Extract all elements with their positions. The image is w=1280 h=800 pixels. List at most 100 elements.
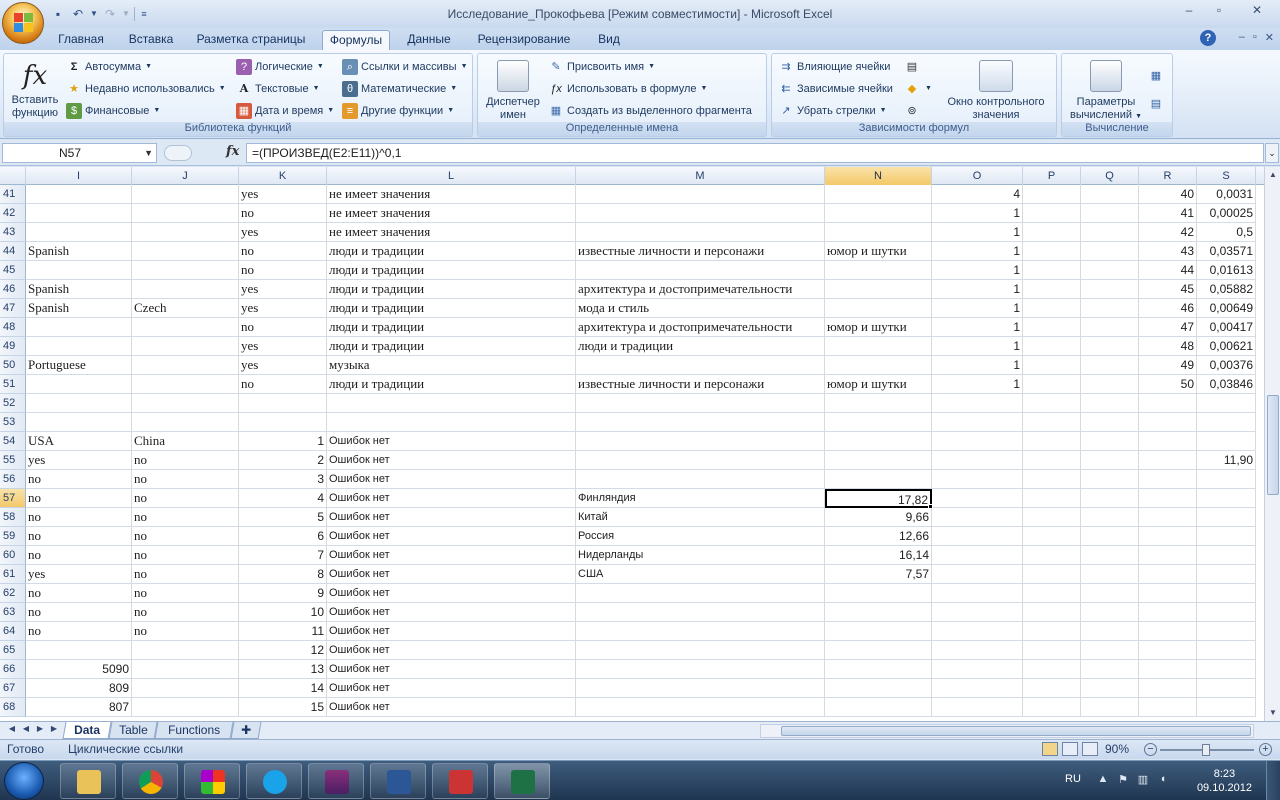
cell-m56[interactable] <box>576 470 825 489</box>
cell-o63[interactable] <box>932 603 1023 622</box>
sheet-tab-data[interactable]: Data <box>62 722 112 739</box>
cell-n44[interactable]: юмор и шутки <box>825 242 932 261</box>
row-header[interactable]: 62 <box>0 584 26 603</box>
cell-j56[interactable]: no <box>132 470 239 489</box>
cell-i62[interactable]: no <box>26 584 132 603</box>
cell-k66[interactable]: 13 <box>239 660 327 679</box>
cell-r55[interactable] <box>1139 451 1197 470</box>
cell-r59[interactable] <box>1139 527 1197 546</box>
tab-review[interactable]: Рецензирование <box>470 30 578 50</box>
cell-q63[interactable] <box>1081 603 1139 622</box>
cell-p41[interactable] <box>1023 185 1081 204</box>
cell-i64[interactable]: no <box>26 622 132 641</box>
cell-i51[interactable] <box>26 375 132 394</box>
cell-k55[interactable]: 2 <box>239 451 327 470</box>
cell-n65[interactable] <box>825 641 932 660</box>
cell-s58[interactable] <box>1197 508 1256 527</box>
cell-q44[interactable] <box>1081 242 1139 261</box>
close-button[interactable]: ✕ <box>1234 0 1280 20</box>
first-sheet-icon[interactable]: ◀ <box>6 724 18 733</box>
cell-l41[interactable]: не имеет значения <box>327 185 576 204</box>
cell-o55[interactable] <box>932 451 1023 470</box>
cell-m50[interactable] <box>576 356 825 375</box>
cell-l53[interactable] <box>327 413 576 432</box>
datetime-button[interactable]: ▦ Дата и время ▼ <box>236 101 334 121</box>
column-header-o[interactable]: O <box>932 167 1023 185</box>
cell-q41[interactable] <box>1081 185 1139 204</box>
cell-o50[interactable]: 1 <box>932 356 1023 375</box>
row-header[interactable]: 48 <box>0 318 26 337</box>
cell-p61[interactable] <box>1023 565 1081 584</box>
cell-p65[interactable] <box>1023 641 1081 660</box>
cell-m68[interactable] <box>576 698 825 717</box>
cell-o60[interactable] <box>932 546 1023 565</box>
cell-o52[interactable] <box>932 394 1023 413</box>
cell-p48[interactable] <box>1023 318 1081 337</box>
cell-p64[interactable] <box>1023 622 1081 641</box>
cell-p56[interactable] <box>1023 470 1081 489</box>
cell-m48[interactable]: архитектура и достопримечательности <box>576 318 825 337</box>
trace-dependents-button[interactable]: ⇇ Зависимые ячейки <box>778 79 893 99</box>
cell-l54[interactable]: Ошибок нет <box>327 432 576 451</box>
cell-m46[interactable]: архитектура и достопримечательности <box>576 280 825 299</box>
cell-q45[interactable] <box>1081 261 1139 280</box>
cell-m42[interactable] <box>576 204 825 223</box>
cell-k45[interactable]: no <box>239 261 327 280</box>
zoom-level[interactable]: 90% <box>1105 740 1129 759</box>
cell-k56[interactable]: 3 <box>239 470 327 489</box>
cell-m49[interactable]: люди и традиции <box>576 337 825 356</box>
cell-l51[interactable]: люди и традиции <box>327 375 576 394</box>
cell-s60[interactable] <box>1197 546 1256 565</box>
cell-i65[interactable] <box>26 641 132 660</box>
column-header-j[interactable]: J <box>132 167 239 185</box>
financial-button[interactable]: $ Финансовые ▼ <box>66 101 160 121</box>
cell-i66[interactable]: 5090 <box>26 660 132 679</box>
cell-s45[interactable]: 0,01613 <box>1197 261 1256 280</box>
cell-j64[interactable]: no <box>132 622 239 641</box>
cell-r53[interactable] <box>1139 413 1197 432</box>
cell-j62[interactable]: no <box>132 584 239 603</box>
cell-j45[interactable] <box>132 261 239 280</box>
cell-o66[interactable] <box>932 660 1023 679</box>
chevron-down-icon[interactable]: ▼ <box>144 144 153 162</box>
cell-k65[interactable]: 12 <box>239 641 327 660</box>
cell-l56[interactable]: Ошибок нет <box>327 470 576 489</box>
cell-k42[interactable]: no <box>239 204 327 223</box>
select-all-corner[interactable] <box>0 167 26 185</box>
cell-s49[interactable]: 0,00621 <box>1197 337 1256 356</box>
cell-m45[interactable] <box>576 261 825 280</box>
cell-p42[interactable] <box>1023 204 1081 223</box>
tab-home[interactable]: Главная <box>52 30 110 50</box>
cell-q68[interactable] <box>1081 698 1139 717</box>
status-circular-refs[interactable]: Циклические ссылки <box>68 740 183 759</box>
cell-l50[interactable]: музыка <box>327 356 576 375</box>
cell-j48[interactable] <box>132 318 239 337</box>
cell-k46[interactable]: yes <box>239 280 327 299</box>
calc-options-button[interactable]: Параметры вычислений ▼ <box>1066 60 1146 123</box>
cell-m44[interactable]: известные личности и персонажи <box>576 242 825 261</box>
cell-j68[interactable] <box>132 698 239 717</box>
cell-i47[interactable]: Spanish <box>26 299 132 318</box>
row-header[interactable]: 52 <box>0 394 26 413</box>
cell-r46[interactable]: 45 <box>1139 280 1197 299</box>
cell-k52[interactable] <box>239 394 327 413</box>
sheet-tab-table[interactable]: Table <box>108 722 158 739</box>
cell-s57[interactable] <box>1197 489 1256 508</box>
cell-i56[interactable]: no <box>26 470 132 489</box>
row-header[interactable]: 59 <box>0 527 26 546</box>
zoom-slider-knob[interactable] <box>1202 744 1210 756</box>
cell-j67[interactable] <box>132 679 239 698</box>
cell-k67[interactable]: 14 <box>239 679 327 698</box>
taskbar-explorer[interactable] <box>60 763 116 799</box>
row-header[interactable]: 67 <box>0 679 26 698</box>
cell-q46[interactable] <box>1081 280 1139 299</box>
cell-n49[interactable] <box>825 337 932 356</box>
cell-k44[interactable]: no <box>239 242 327 261</box>
cell-q64[interactable] <box>1081 622 1139 641</box>
cell-r52[interactable] <box>1139 394 1197 413</box>
cell-q56[interactable] <box>1081 470 1139 489</box>
cell-q47[interactable] <box>1081 299 1139 318</box>
cell-s53[interactable] <box>1197 413 1256 432</box>
cell-k68[interactable]: 15 <box>239 698 327 717</box>
cell-j50[interactable] <box>132 356 239 375</box>
